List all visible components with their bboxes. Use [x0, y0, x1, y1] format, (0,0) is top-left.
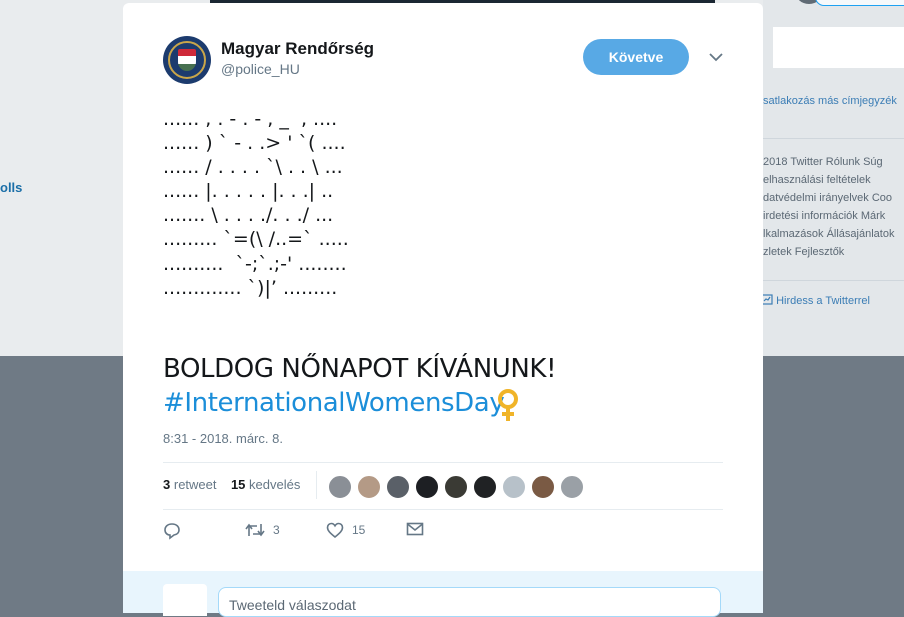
reply-avatar — [163, 584, 207, 616]
liker-avatar[interactable] — [357, 475, 381, 499]
follow-button[interactable]: Követve — [583, 39, 689, 75]
hashtag-link[interactable]: #InternationalWomensDay — [163, 388, 505, 418]
advertise-link[interactable]: Hirdess a Twitterrel — [763, 294, 870, 307]
sidebar-divider — [763, 138, 904, 139]
sidebar-top-button[interactable] — [815, 0, 904, 6]
footer-line[interactable]: 2018 Twitter Rólunk Súg — [763, 156, 883, 168]
like-count: 15 — [230, 477, 246, 492]
ascii-line: ...... , . - . - , _ , .... — [163, 108, 338, 130]
liker-avatar[interactable] — [444, 475, 468, 499]
connect-contacts-link[interactable]: satlakozás más címjegyzék — [763, 95, 897, 107]
avatar[interactable] — [163, 36, 211, 84]
liker-avatar[interactable] — [560, 475, 584, 499]
liker-avatar[interactable] — [531, 475, 555, 499]
liker-avatar[interactable] — [328, 475, 352, 499]
background-left-link[interactable]: olls — [0, 180, 22, 195]
ascii-line: .......... `-;`.;-' ........ — [163, 252, 347, 275]
ascii-line: ....... \ . . . ./. . ./ ... — [163, 204, 334, 227]
chevron-down-icon[interactable] — [708, 51, 724, 63]
ascii-art: ...... , . - . - , _ , .... ...... ) ` -… — [163, 107, 723, 300]
like-button[interactable]: 15 — [326, 522, 365, 538]
retweet-action-count: 3 — [273, 523, 280, 537]
like-stat[interactable]: 15 kedvelés — [231, 477, 300, 492]
tweet-modal: Magyar Rendőrség @police_HU Követve ....… — [123, 3, 763, 617]
message-button[interactable] — [406, 522, 424, 536]
liker-avatar[interactable] — [473, 475, 497, 499]
tweet-stats: 3 retweet 15 kedvelés — [163, 477, 300, 492]
ascii-line: ......... `=(\ /..=` ..... — [163, 228, 349, 251]
liker-avatar[interactable] — [415, 475, 439, 499]
footer-line[interactable]: irdetési információk Márk — [763, 210, 885, 222]
ascii-line: ............. `)|’ ......... — [163, 276, 338, 299]
ascii-line: ...... ) ` - . .> ' `( .... — [163, 132, 346, 155]
retweet-button[interactable]: 3 — [245, 522, 280, 538]
liker-avatar[interactable] — [502, 475, 526, 499]
sidebar-white-box — [773, 27, 904, 68]
heart-icon — [326, 522, 344, 538]
police-shield-icon — [178, 49, 196, 71]
chart-icon — [763, 294, 773, 305]
reply-button[interactable] — [163, 522, 181, 540]
tweet-timestamp[interactable]: 8:31 - 2018. márc. 8. — [163, 431, 283, 446]
envelope-icon — [406, 522, 424, 536]
tweet-headline: BOLDOG NŐNAPOT KÍVÁNUNK! — [163, 354, 557, 384]
retweet-stat[interactable]: 3 retweet — [163, 477, 217, 492]
like-action-count: 15 — [352, 523, 366, 537]
divider — [163, 462, 723, 463]
like-label: kedvelés — [249, 477, 301, 492]
ascii-line: ...... |. . . . . |. . .| .. — [163, 180, 334, 203]
divider — [163, 509, 723, 510]
female-sign-icon — [498, 389, 518, 421]
footer-line[interactable]: datvédelmi irányelvek Coo — [763, 192, 892, 204]
liker-avatar[interactable] — [386, 475, 410, 499]
sidebar-divider — [763, 280, 904, 281]
advertise-label: Hirdess a Twitterrel — [776, 295, 870, 307]
reply-icon — [164, 523, 180, 540]
footer-line[interactable]: lkalmazások Állásajánlatok — [763, 228, 894, 240]
ascii-line: ...... / . . . . `\ . . \ ... — [163, 156, 343, 179]
author-name[interactable]: Magyar Rendőrség — [221, 39, 374, 59]
background-sidebar: satlakozás más címjegyzék 2018 Twitter R… — [763, 0, 904, 356]
footer-line[interactable]: elhasználási feltételek — [763, 174, 871, 186]
footer-line[interactable]: zletek Fejlesztők — [763, 246, 844, 258]
stats-separator — [316, 471, 317, 499]
retweet-icon — [245, 523, 265, 537]
retweet-label: retweet — [173, 477, 217, 492]
retweet-count: 3 — [163, 477, 171, 492]
author-handle[interactable]: @police_HU — [221, 61, 300, 77]
